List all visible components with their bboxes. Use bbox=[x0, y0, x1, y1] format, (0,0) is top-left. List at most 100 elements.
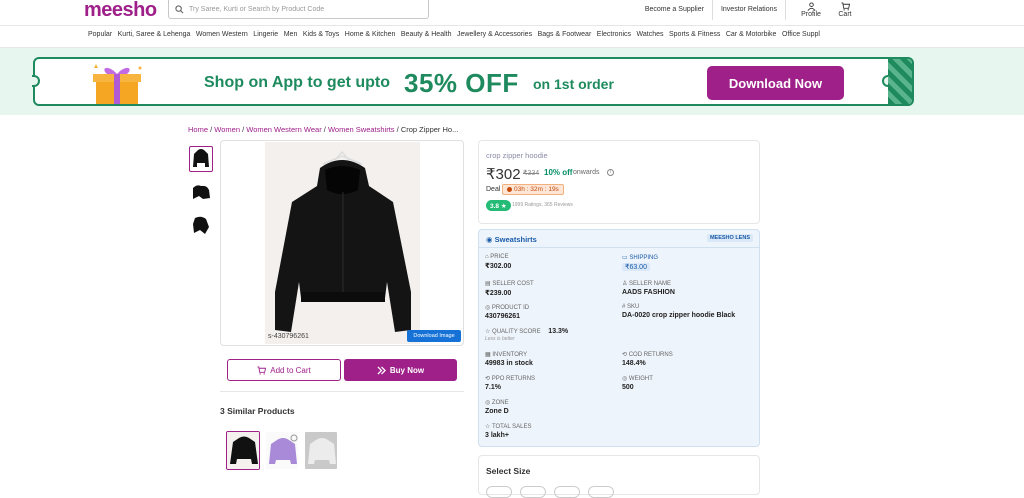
profile-button[interactable]: Profile bbox=[794, 2, 828, 18]
cart-button[interactable]: Cart bbox=[828, 2, 862, 18]
seller-cost-value: ₹239.00 bbox=[485, 290, 512, 297]
breadcrumb-home[interactable]: Home bbox=[188, 125, 208, 134]
product-id-value: 430796261 bbox=[485, 313, 521, 320]
field-seller-name: ♙ SELLER NAME AADS FASHION bbox=[622, 281, 675, 296]
weight-value: 500 bbox=[622, 384, 634, 391]
discount-label: 10% off bbox=[544, 168, 573, 177]
sku-value: DA-0020 crop zipper hoodie Black bbox=[622, 312, 736, 319]
category-link[interactable]: Sports & Fitness bbox=[669, 31, 720, 38]
thumbnail-list bbox=[189, 146, 213, 245]
seller-cost-label: SELLER COST bbox=[492, 281, 534, 287]
breadcrumb-women-sweatshirts[interactable]: Women Sweatshirts bbox=[328, 125, 395, 134]
field-shipping: ▭ SHIPPING ₹63.00 bbox=[622, 255, 659, 271]
sku-label: SKU bbox=[627, 304, 640, 310]
product-title: crop zipper hoodie bbox=[486, 151, 548, 160]
category-nav: Popular Kurti, Saree & Lehenga Women Weste… bbox=[88, 31, 825, 38]
similar-product-1[interactable] bbox=[226, 431, 260, 470]
hoodie-thumbnail-image bbox=[193, 185, 210, 199]
product-id-watermark: s-430796261 bbox=[268, 333, 309, 340]
rating-count[interactable]: 1999 Ratings, 365 Reviews bbox=[512, 202, 573, 208]
size-option[interactable] bbox=[520, 486, 546, 498]
field-weight: ◎ WEIGHT 500 bbox=[622, 376, 653, 391]
ppo-returns-value: 7.1% bbox=[485, 384, 501, 391]
shipping-value: ₹63.00 bbox=[622, 263, 650, 271]
category-link[interactable]: Kurti, Saree & Lehenga bbox=[118, 31, 191, 38]
zone-value: Zone D bbox=[485, 408, 509, 415]
seller-name-value: AADS FASHION bbox=[622, 289, 675, 296]
category-link[interactable]: Electronics bbox=[597, 31, 631, 38]
quality-score-value: 13.3% bbox=[548, 328, 569, 335]
divider bbox=[785, 0, 786, 20]
category-link[interactable]: Popular bbox=[88, 31, 112, 38]
ticket-notch bbox=[32, 75, 40, 87]
double-chevron-right-icon bbox=[377, 365, 386, 375]
rating-badge: 3.8 ★ bbox=[486, 200, 511, 211]
add-to-cart-button[interactable]: Add to Cart bbox=[227, 359, 341, 381]
buy-now-button[interactable]: Buy Now bbox=[344, 359, 457, 381]
product-info-card: crop zipper hoodie ₹302 ₹334 10% off onw… bbox=[478, 140, 760, 224]
select-size-card: Select Size bbox=[478, 455, 760, 498]
lens-category: ◉ Sweatshirts bbox=[486, 235, 537, 244]
thumbnail-2[interactable] bbox=[189, 179, 213, 205]
category-link[interactable]: Beauty & Health bbox=[401, 31, 452, 38]
quality-score-note: Less is better bbox=[485, 336, 515, 342]
category-link[interactable]: Kids & Toys bbox=[303, 31, 339, 38]
black-hoodie-image bbox=[227, 432, 259, 469]
shipping-label: SHIPPING bbox=[629, 255, 659, 261]
download-image-button[interactable]: Download Image bbox=[407, 330, 461, 342]
similar-product-2[interactable] bbox=[265, 431, 299, 470]
size-option[interactable] bbox=[554, 486, 580, 498]
cart-label: Cart bbox=[838, 11, 852, 18]
similar-products-list bbox=[226, 431, 338, 470]
category-link[interactable]: Home & Kitchen bbox=[345, 31, 396, 38]
similar-product-3[interactable] bbox=[304, 431, 338, 470]
lens-header: ◉ Sweatshirts MEESHO LENS bbox=[479, 230, 759, 248]
breadcrumb-current: Crop Zipper Ho... bbox=[400, 125, 459, 134]
product-id-label: PRODUCT ID bbox=[491, 305, 530, 311]
field-total-sales: ☆ TOTAL SALES 3 lakh+ bbox=[485, 424, 532, 439]
become-supplier-link[interactable]: Become a Supplier bbox=[637, 0, 712, 20]
deal-timer: 03h : 32m : 19s bbox=[502, 184, 564, 195]
banner-stripes bbox=[888, 59, 912, 104]
category-link[interactable]: Bags & Footwear bbox=[538, 31, 592, 38]
breadcrumb-women-western-wear[interactable]: Women Western Wear bbox=[246, 125, 321, 134]
info-icon[interactable]: i bbox=[607, 169, 614, 176]
similar-products-title: 3 Similar Products bbox=[220, 406, 295, 416]
field-inventory: ▦ INVENTORY 49983 in stock bbox=[485, 352, 533, 367]
category-link[interactable]: Lingerie bbox=[253, 31, 278, 38]
divider bbox=[220, 391, 464, 392]
product-photo bbox=[265, 142, 420, 344]
thumbnail-3[interactable] bbox=[189, 212, 213, 238]
field-price: ⌂ PRICE ₹302.00 bbox=[485, 254, 512, 270]
banner-text-first-order: on 1st order bbox=[533, 76, 614, 92]
size-option[interactable] bbox=[588, 486, 614, 498]
app-promo-banner[interactable]: Shop on App to get upto 35% OFF on 1st o… bbox=[32, 57, 914, 106]
category-link[interactable]: Watches bbox=[637, 31, 664, 38]
add-to-cart-label: Add to Cart bbox=[270, 365, 311, 375]
search-input[interactable]: Try Saree, Kurti or Search by Product Co… bbox=[168, 0, 429, 19]
category-link[interactable]: Men bbox=[284, 31, 298, 38]
total-sales-value: 3 lakh+ bbox=[485, 432, 509, 439]
breadcrumb: Home / Women / Women Western Wear / Wome… bbox=[188, 125, 459, 134]
gift-icon bbox=[93, 64, 142, 104]
deal-label: Deal bbox=[486, 186, 501, 193]
category-link[interactable]: Car & Motorbike bbox=[726, 31, 777, 38]
select-size-title: Select Size bbox=[486, 466, 531, 476]
category-link[interactable]: Jewellery & Accessories bbox=[457, 31, 532, 38]
weight-label: WEIGHT bbox=[628, 376, 653, 382]
meesho-logo[interactable]: meesho bbox=[84, 0, 157, 20]
seller-name-label: SELLER NAME bbox=[629, 281, 672, 287]
hoodie-thumbnail-image bbox=[193, 216, 209, 234]
total-sales-label: TOTAL SALES bbox=[491, 424, 532, 430]
investor-relations-link[interactable]: Investor Relations bbox=[713, 0, 785, 20]
download-now-button[interactable]: Download Now bbox=[707, 66, 844, 100]
size-option[interactable] bbox=[486, 486, 512, 498]
main-product-image[interactable]: s-430796261 Download Image bbox=[220, 140, 464, 346]
search-icon bbox=[175, 4, 184, 13]
breadcrumb-women[interactable]: Women bbox=[214, 125, 240, 134]
category-link[interactable]: Women Western bbox=[196, 31, 248, 38]
search-placeholder: Try Saree, Kurti or Search by Product Co… bbox=[189, 5, 325, 13]
category-link[interactable]: Office Suppl bbox=[782, 31, 820, 38]
cod-returns-label: COD RETURNS bbox=[628, 352, 673, 358]
thumbnail-1[interactable] bbox=[189, 146, 213, 172]
